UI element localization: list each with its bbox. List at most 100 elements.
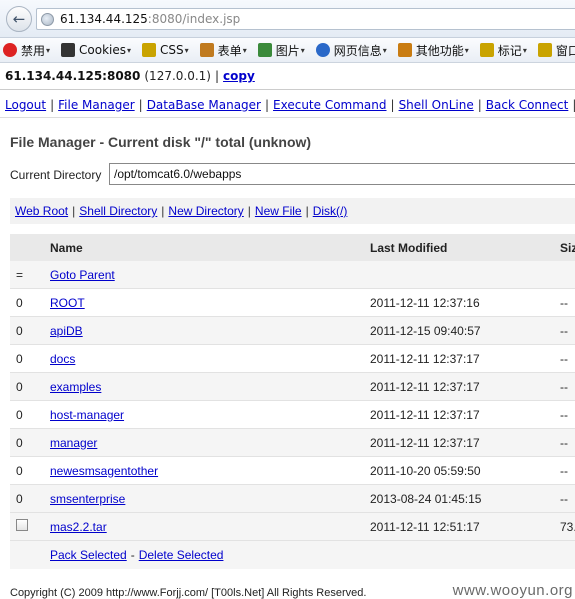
- delete-selected-link[interactable]: Delete Selected: [139, 548, 224, 562]
- chevron-down-icon: ▾: [184, 45, 189, 55]
- toolbar-item-label: 标记: [497, 43, 522, 58]
- parent-symbol: =: [16, 267, 24, 282]
- chevron-down-icon: ▾: [382, 45, 387, 55]
- row-flag: 0: [16, 491, 23, 506]
- column-name: Name: [50, 240, 83, 255]
- url-path: :8080/index.jsp: [147, 12, 241, 26]
- directory-link[interactable]: smsenterprise: [50, 492, 125, 506]
- current-directory-input[interactable]: [109, 163, 575, 185]
- host-sep: |: [215, 69, 220, 83]
- menu-separator: |: [477, 97, 482, 112]
- toolbar-item-label: 禁用: [21, 43, 46, 58]
- menu-item[interactable]: Logout: [5, 98, 46, 112]
- menu-item[interactable]: Back Connect: [486, 98, 569, 112]
- menu-separator: |: [50, 97, 55, 112]
- directory-link[interactable]: docs: [50, 352, 75, 366]
- menu-item[interactable]: Shell OnLine: [399, 98, 474, 112]
- row-modified: 2011-10-20 05:59:50: [370, 463, 481, 478]
- main-menu: Logout | File Manager | DataBase Manager | Exe…: [0, 92, 575, 118]
- toolbar-item[interactable]: 网页信息 ▾: [315, 42, 387, 59]
- chevron-down-icon: ▾: [522, 45, 527, 55]
- row-flag: 0: [16, 463, 23, 478]
- toolbar-item[interactable]: 图片 ▾: [257, 42, 305, 59]
- url-input[interactable]: 61.134.44.125:8080/index.jsp: [36, 8, 575, 30]
- chevron-down-icon: ▾: [464, 45, 469, 55]
- row-modified: 2011-12-11 12:37:17: [370, 407, 480, 422]
- toolbar-item-label: Cookies: [79, 43, 127, 57]
- current-directory-label: Current Directory: [10, 168, 102, 182]
- back-arrow-icon[interactable]: ←: [6, 6, 32, 32]
- row-size: --: [560, 351, 568, 366]
- pack-selected-link[interactable]: Pack Selected: [50, 548, 127, 562]
- directory-link[interactable]: apiDB: [50, 324, 83, 338]
- table-row: 0 ROOT 2011-12-11 12:37:16 --: [10, 289, 575, 317]
- extension-toolbar: 禁用▾Cookies▾CSS▾表单▾图片▾网页信息▾其他功能▾标记▾窗口大▾: [0, 38, 575, 63]
- table-row: 0 examples 2011-12-11 12:37:17 --: [10, 373, 575, 401]
- subnav-link[interactable]: New File: [255, 204, 302, 218]
- row-size: --: [560, 491, 568, 506]
- toolbar-item[interactable]: Cookies ▾: [61, 43, 131, 57]
- actions-sep: -: [130, 548, 135, 562]
- row-size: --: [560, 323, 568, 338]
- toolbar-item[interactable]: 禁用 ▾: [3, 42, 50, 59]
- row-flag: 0: [16, 407, 23, 422]
- row-modified: 2011-12-11 12:37:17: [370, 435, 480, 450]
- menu-item[interactable]: Execute Command: [273, 98, 386, 112]
- directory-link[interactable]: newesmsagentother: [50, 464, 158, 478]
- subnav-link[interactable]: Web Root: [15, 204, 68, 218]
- directory-link[interactable]: manager: [50, 436, 97, 450]
- toolbar-item-label: CSS: [160, 43, 184, 57]
- table-row: 0 manager 2011-12-11 12:37:17 --: [10, 429, 575, 457]
- url-host: 61.134.44.125: [60, 12, 148, 26]
- goto-parent-row: = Goto Parent: [10, 261, 575, 289]
- pencil-icon: [479, 43, 494, 57]
- subnav-link[interactable]: Shell Directory: [79, 204, 157, 218]
- file-modified: 2011-12-11 12:51:17: [370, 519, 480, 534]
- table-row: 0 host-manager 2011-12-11 12:37:17 --: [10, 401, 575, 429]
- subnav-separator: |: [161, 204, 165, 218]
- selection-actions: Pack Selected - Delete Selected: [10, 541, 575, 569]
- row-size: --: [560, 463, 568, 478]
- menu-item[interactable]: DataBase Manager: [147, 98, 261, 112]
- subnav-separator: |: [247, 204, 251, 218]
- subnav-link[interactable]: Disk(/): [313, 204, 348, 218]
- goto-parent-link[interactable]: Goto Parent: [50, 268, 115, 282]
- row-modified: 2011-12-11 12:37:17: [370, 379, 480, 394]
- directory-link[interactable]: examples: [50, 380, 101, 394]
- subnav-separator: |: [305, 204, 309, 218]
- chevron-down-icon: ▾: [46, 45, 51, 55]
- menu-separator: |: [390, 97, 395, 112]
- row-modified: 2011-12-11 12:37:16: [370, 295, 480, 310]
- toolbar-item[interactable]: 标记 ▾: [479, 42, 527, 59]
- table-row: 0 docs 2011-12-11 12:37:17 --: [10, 345, 575, 373]
- directory-link[interactable]: ROOT: [50, 296, 85, 310]
- row-flag: 0: [16, 323, 23, 338]
- file-select-checkbox[interactable]: [16, 519, 28, 531]
- toolbar-item[interactable]: CSS ▾: [142, 43, 189, 57]
- file-table: Name Last Modified Siz = Goto Parent 0 RO…: [10, 234, 575, 569]
- row-size: --: [560, 407, 568, 422]
- chevron-down-icon: ▾: [127, 45, 132, 55]
- ban-icon: [3, 43, 17, 57]
- row-size: --: [560, 435, 568, 450]
- toolbar-item-label: 窗口大: [555, 43, 575, 58]
- menu-separator: |: [138, 97, 143, 112]
- row-modified: 2013-08-24 01:45:15: [370, 491, 482, 506]
- file-row: mas2.2.tar 2011-12-11 12:51:17 73.: [10, 513, 575, 541]
- subnav-link[interactable]: New Directory: [168, 204, 243, 218]
- toolbar-item-label: 网页信息: [333, 43, 382, 58]
- menu-item[interactable]: File Manager: [58, 98, 135, 112]
- toolbar-item[interactable]: 其他功能 ▾: [397, 42, 469, 59]
- copy-link[interactable]: copy: [223, 69, 255, 83]
- info-icon: [315, 43, 330, 57]
- row-flag: 0: [16, 379, 23, 394]
- host-info-line: 61.134.44.125:8080 (127.0.0.1) | copy: [0, 63, 575, 90]
- toolbar-item[interactable]: 窗口大▾: [537, 42, 575, 59]
- toolbar-item[interactable]: 表单 ▾: [199, 42, 247, 59]
- directory-link[interactable]: host-manager: [50, 408, 124, 422]
- table-row: 0 apiDB 2011-12-15 09:40:57 --: [10, 317, 575, 345]
- row-flag: 0: [16, 295, 23, 310]
- file-link[interactable]: mas2.2.tar: [50, 520, 107, 534]
- form-icon: [199, 43, 214, 57]
- column-size: Siz: [560, 240, 575, 255]
